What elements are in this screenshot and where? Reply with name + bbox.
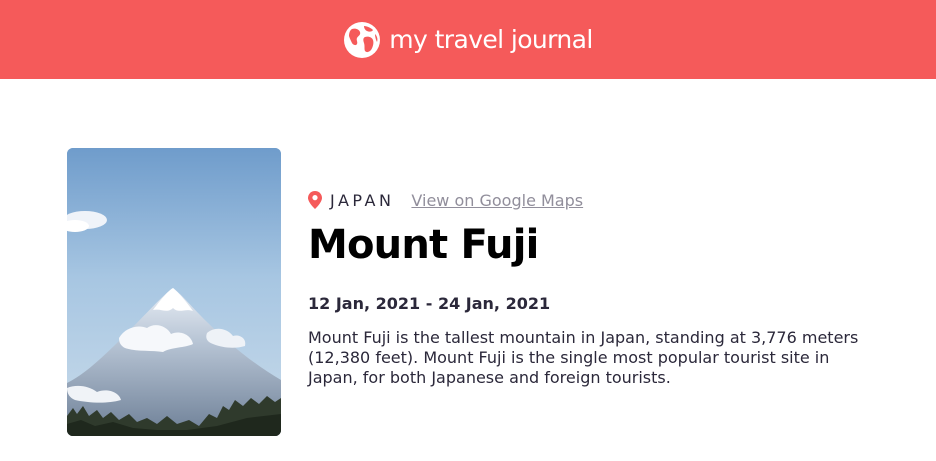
journal-entry: JAPAN View on Google Maps Mount Fuji 12 … bbox=[67, 148, 867, 436]
mountain-photo bbox=[67, 148, 281, 436]
entry-title: Mount Fuji bbox=[308, 222, 539, 268]
brand: my travel journal bbox=[343, 21, 593, 59]
country-label: JAPAN bbox=[330, 190, 395, 210]
google-maps-link[interactable]: View on Google Maps bbox=[411, 191, 583, 210]
entry-photo bbox=[67, 148, 281, 436]
entry-info: JAPAN View on Google Maps Mount Fuji 12 … bbox=[308, 188, 868, 388]
globe-icon bbox=[344, 21, 381, 58]
entry-dates: 12 Jan, 2021 - 24 Jan, 2021 bbox=[308, 294, 551, 313]
entry-description: Mount Fuji is the tallest mountain in Ja… bbox=[308, 328, 859, 387]
brand-title: my travel journal bbox=[389, 25, 593, 54]
location-row: JAPAN View on Google Maps bbox=[308, 188, 868, 212]
app-header: my travel journal bbox=[0, 0, 936, 79]
map-pin-icon bbox=[308, 191, 322, 209]
